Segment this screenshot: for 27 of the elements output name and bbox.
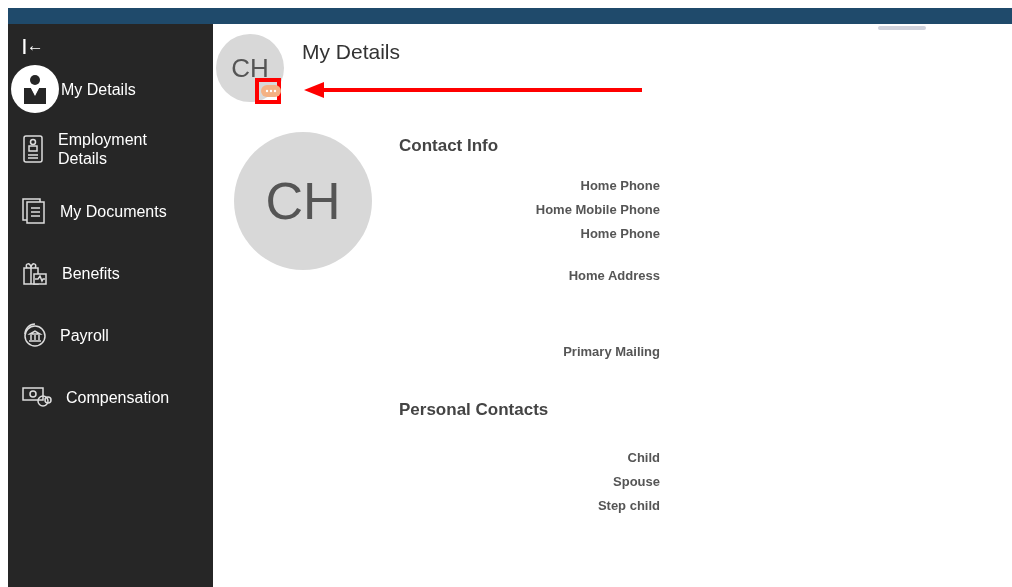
collapse-sidebar-button[interactable]: |← — [22, 32, 44, 60]
section-heading: Contact Info — [399, 136, 500, 156]
money-icon — [22, 385, 52, 409]
field-label: Primary Mailing — [563, 344, 660, 360]
documents-icon — [22, 198, 46, 224]
field-label: Home Mobile Phone — [535, 202, 660, 218]
bank-icon — [22, 323, 46, 347]
sidebar-item[interactable]: Employment Details — [8, 118, 213, 180]
field-label: Child — [627, 450, 660, 466]
field-label: Step child — [597, 498, 660, 514]
page-title: My Details — [302, 40, 401, 64]
avatar: CH — [234, 132, 372, 270]
scroll-indicator — [878, 26, 926, 30]
gift-icon — [22, 260, 48, 286]
sidebar-item[interactable]: My Documents — [8, 180, 213, 242]
sidebar-item[interactable]: Benefits — [8, 242, 213, 304]
id-badge-icon — [22, 135, 44, 163]
field-label: Home Phone — [580, 178, 660, 194]
field-label: Home Address — [568, 268, 660, 284]
person-icon — [11, 65, 59, 113]
avatar: CH — [216, 34, 284, 102]
sidebar-item[interactable]: Payroll — [8, 304, 213, 366]
sidebar-item[interactable]: My Details — [8, 60, 213, 118]
field-label: Spouse — [613, 474, 660, 490]
field-label: Home Phone — [580, 226, 660, 242]
section-heading: Personal Contacts — [399, 400, 550, 420]
sidebar-item[interactable]: Compensation — [8, 366, 213, 428]
